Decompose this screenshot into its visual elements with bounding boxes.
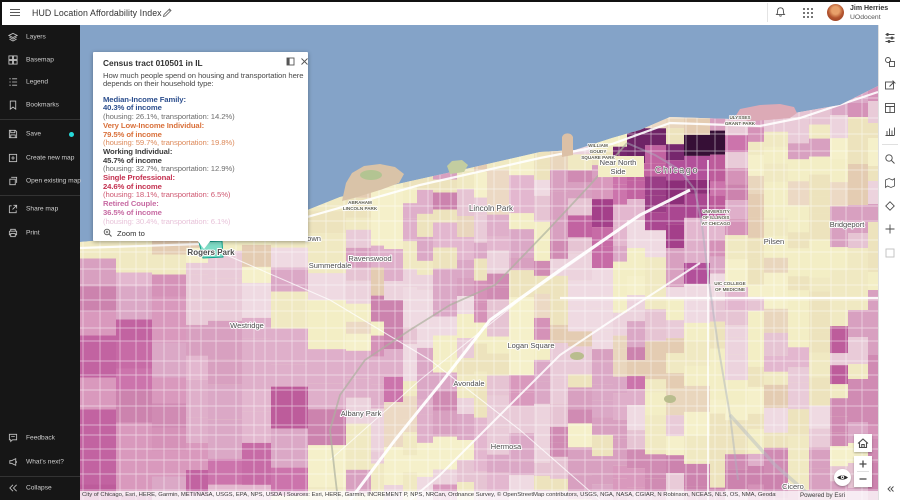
svg-text:Avondale: Avondale <box>453 379 484 388</box>
svg-text:ULYSSES: ULYSSES <box>729 115 750 120</box>
svg-text:Chicago: Chicago <box>655 165 699 175</box>
svg-text:GOUDY: GOUDY <box>590 149 607 154</box>
svg-text:AT CHICAGO: AT CHICAGO <box>702 221 731 226</box>
svg-text:GRANT PARK: GRANT PARK <box>725 121 756 126</box>
svg-text:OF ILLINOIS: OF ILLINOIS <box>702 215 729 220</box>
svg-text:OF MEDICINE: OF MEDICINE <box>715 287 745 292</box>
svg-text:Cicero: Cicero <box>782 482 804 491</box>
svg-text:Albany Park: Albany Park <box>341 409 382 418</box>
svg-text:Westridge: Westridge <box>230 321 264 330</box>
svg-text:Rogers Park: Rogers Park <box>187 248 235 257</box>
svg-text:Ravenswood: Ravenswood <box>348 254 391 263</box>
svg-text:ABRAHAM: ABRAHAM <box>348 200 372 205</box>
svg-text:UNIVERSITY: UNIVERSITY <box>702 209 730 214</box>
svg-text:SQUARE PARK: SQUARE PARK <box>581 155 615 160</box>
svg-text:UIC COLLEGE: UIC COLLEGE <box>714 281 745 286</box>
svg-text:LINCOLN PARK: LINCOLN PARK <box>343 206 378 211</box>
svg-text:WILLIAM: WILLIAM <box>588 143 608 148</box>
svg-text:Lincoln Park: Lincoln Park <box>469 204 514 213</box>
svg-text:Logan Square: Logan Square <box>507 341 554 350</box>
svg-text:Pilsen: Pilsen <box>764 237 784 246</box>
svg-text:Hermosa: Hermosa <box>491 442 522 451</box>
svg-text:Summerdale: Summerdale <box>309 261 352 270</box>
svg-text:Side: Side <box>610 167 625 176</box>
svg-text:Bridgeport: Bridgeport <box>830 220 866 229</box>
